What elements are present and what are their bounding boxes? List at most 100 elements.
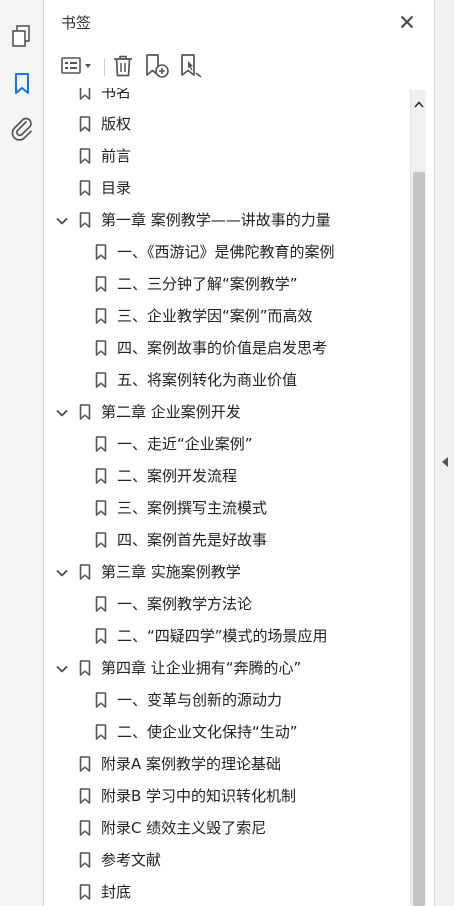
- bookmark-icon: [95, 276, 107, 292]
- bookmark-label: 前言: [101, 147, 132, 165]
- bookmark-item[interactable]: 附录C 绩效主义毁了索尼: [45, 812, 411, 844]
- options-menu-icon[interactable]: [59, 52, 97, 80]
- bookmark-item[interactable]: 第四章 让企业拥有“奔腾的心”: [45, 652, 411, 684]
- delete-bookmark-icon[interactable]: [111, 52, 135, 80]
- new-bookmark-icon[interactable]: [144, 52, 170, 80]
- bookmark-label: 附录C 绩效主义毁了索尼: [101, 819, 267, 837]
- bookmark-icon: [79, 88, 91, 100]
- bookmark-search-icon[interactable]: [179, 52, 205, 80]
- close-icon[interactable]: [397, 12, 417, 32]
- bookmark-item[interactable]: 附录A 案例教学的理论基础: [45, 748, 411, 780]
- bookmark-item[interactable]: 第二章 企业案例开发: [45, 396, 411, 428]
- scroll-up-arrow-icon[interactable]: [413, 96, 425, 108]
- bookmark-icon: [79, 212, 91, 228]
- collapse-panel-arrow-icon[interactable]: [441, 453, 449, 467]
- bookmark-label: 一、案例教学方法论: [117, 595, 253, 613]
- expand-collapse-chevron-icon[interactable]: [55, 213, 69, 227]
- bookmark-icon: [95, 596, 107, 612]
- bookmark-tree: 书名 版权 前言 目录 第一章 案例教学——讲故事的力量 一、《西游记》是佛陀教育的案例二…: [45, 88, 411, 906]
- bookmark-item[interactable]: 前言: [45, 140, 411, 172]
- bookmark-item[interactable]: 一、走近“企业案例”: [45, 428, 411, 460]
- bookmark-label: 书名: [101, 88, 132, 101]
- bookmark-label: 第四章 让企业拥有“奔腾的心”: [101, 659, 302, 677]
- bookmark-icon: [79, 116, 91, 132]
- bookmark-item[interactable]: 一、变革与创新的源动力: [45, 684, 411, 716]
- bookmark-icon: [95, 692, 107, 708]
- toolbar-separator: [104, 58, 105, 76]
- panel-splitter[interactable]: [434, 0, 454, 906]
- bookmark-item[interactable]: 第三章 实施案例教学: [45, 556, 411, 588]
- bookmark-item[interactable]: 一、案例教学方法论: [45, 588, 411, 620]
- bookmark-icon: [79, 852, 91, 868]
- bookmark-label: 一、变革与创新的源动力: [117, 691, 283, 709]
- scrollbar-thumb[interactable]: [413, 172, 425, 906]
- bookmarks-toolbar: [45, 48, 434, 84]
- bookmark-label: 二、案例开发流程: [117, 467, 238, 485]
- expand-collapse-chevron-icon[interactable]: [55, 565, 69, 579]
- bookmark-label: 三、案例撰写主流模式: [117, 499, 268, 517]
- bookmark-item[interactable]: 封底: [45, 876, 411, 906]
- bookmark-item[interactable]: 目录: [45, 172, 411, 204]
- bookmark-icon: [95, 372, 107, 388]
- panel-title: 书签: [61, 14, 92, 32]
- bookmark-item[interactable]: 三、案例撰写主流模式: [45, 492, 411, 524]
- expand-collapse-chevron-icon[interactable]: [55, 405, 69, 419]
- expand-collapse-chevron-icon[interactable]: [55, 661, 69, 675]
- bookmark-label: 附录B 学习中的知识转化机制: [101, 787, 297, 805]
- bookmark-label: 目录: [101, 179, 132, 197]
- bookmark-list: 书名 版权 前言 目录 第一章 案例教学——讲故事的力量 一、《西游记》是佛陀教育的案例二…: [45, 88, 411, 906]
- bookmark-label: 第三章 实施案例教学: [101, 563, 241, 581]
- bookmark-icon: [95, 500, 107, 516]
- bookmark-icon: [95, 436, 107, 452]
- attachments-icon[interactable]: [8, 114, 36, 142]
- bookmark-icon: [79, 404, 91, 420]
- bookmark-item[interactable]: 二、三分钟了解“案例教学”: [45, 268, 411, 300]
- bookmark-icon: [95, 532, 107, 548]
- bookmark-item[interactable]: 版权: [45, 108, 411, 140]
- vertical-scrollbar[interactable]: [410, 90, 426, 906]
- bookmark-item[interactable]: 第一章 案例教学——讲故事的力量: [45, 204, 411, 236]
- bookmark-item[interactable]: 书名: [45, 88, 411, 108]
- bookmark-icon: [95, 308, 107, 324]
- bookmark-icon: [79, 660, 91, 676]
- bookmark-icon: [79, 788, 91, 804]
- bookmark-label: 二、三分钟了解“案例教学”: [117, 275, 298, 293]
- bookmark-icon: [95, 468, 107, 484]
- bookmarks-icon[interactable]: [8, 70, 36, 98]
- bookmark-icon: [95, 724, 107, 740]
- bookmark-icon: [79, 564, 91, 580]
- page-thumbnails-icon[interactable]: [8, 22, 36, 50]
- bookmark-label: 第二章 企业案例开发: [101, 403, 241, 421]
- panel-header: 书签: [45, 0, 434, 44]
- bookmark-icon: [95, 340, 107, 356]
- bookmark-label: 封底: [101, 883, 132, 901]
- bookmark-item[interactable]: 二、使企业文化保持“生动”: [45, 716, 411, 748]
- bookmark-icon: [95, 244, 107, 260]
- bookmark-item[interactable]: 三、企业教学因“案例”而高效: [45, 300, 411, 332]
- bookmark-icon: [95, 628, 107, 644]
- bookmark-label: 版权: [101, 115, 132, 133]
- bookmark-label: 四、案例故事的价值是启发思考: [117, 339, 328, 357]
- bookmark-label: 五、将案例转化为商业价值: [117, 371, 298, 389]
- bookmark-label: 参考文献: [101, 851, 162, 869]
- bookmark-icon: [79, 820, 91, 836]
- bookmark-item[interactable]: 一、《西游记》是佛陀教育的案例: [45, 236, 411, 268]
- bookmark-label: 三、企业教学因“案例”而高效: [117, 307, 313, 325]
- bookmark-label: 二、使企业文化保持“生动”: [117, 723, 298, 741]
- bookmark-item[interactable]: 四、案例故事的价值是启发思考: [45, 332, 411, 364]
- bookmark-icon: [79, 148, 91, 164]
- bookmark-icon: [79, 756, 91, 772]
- left-navigation-rail: [0, 0, 44, 906]
- bookmark-item[interactable]: 二、“四疑四学”模式的场景应用: [45, 620, 411, 652]
- bookmark-label: 一、走近“企业案例”: [117, 435, 253, 453]
- bookmark-item[interactable]: 二、案例开发流程: [45, 460, 411, 492]
- bookmark-item[interactable]: 附录B 学习中的知识转化机制: [45, 780, 411, 812]
- bookmark-label: 第一章 案例教学——讲故事的力量: [101, 211, 331, 229]
- bookmark-item[interactable]: 五、将案例转化为商业价值: [45, 364, 411, 396]
- bookmark-label: 附录A 案例教学的理论基础: [101, 755, 282, 773]
- bookmark-item[interactable]: 四、案例首先是好故事: [45, 524, 411, 556]
- bookmark-icon: [79, 180, 91, 196]
- bookmarks-panel: 书签 书名 版权 前言 目录 第一章 案例教学——讲故事的力量 一、《西游记》是…: [45, 0, 434, 906]
- bookmark-item[interactable]: 参考文献: [45, 844, 411, 876]
- bookmark-label: 一、《西游记》是佛陀教育的案例: [117, 243, 335, 261]
